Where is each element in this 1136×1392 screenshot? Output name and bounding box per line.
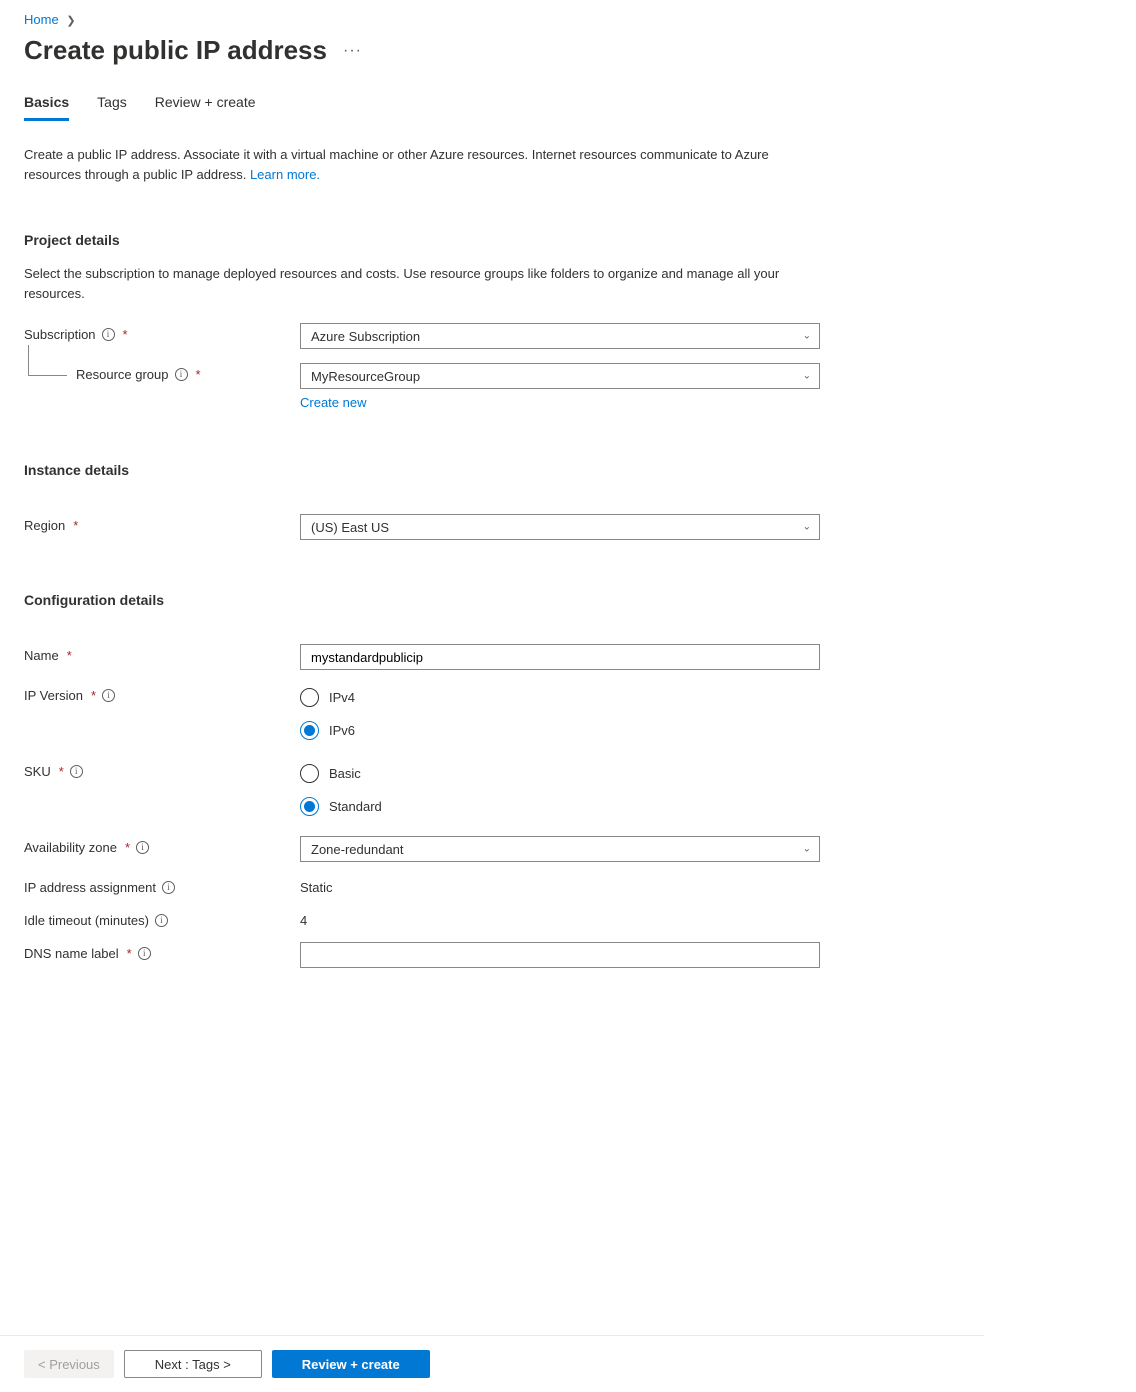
- required-indicator: *: [123, 327, 128, 342]
- radio-standard-label: Standard: [329, 799, 382, 814]
- required-indicator: *: [196, 367, 201, 382]
- ip-assignment-label: IP address assignment i: [24, 876, 300, 895]
- info-icon[interactable]: i: [162, 881, 175, 894]
- region-label: Region *: [24, 514, 300, 533]
- radio-ipv4[interactable]: IPv4: [300, 688, 820, 707]
- more-actions-icon[interactable]: ···: [343, 42, 362, 60]
- chevron-down-icon: ⌄: [803, 331, 811, 342]
- info-icon[interactable]: i: [102, 689, 115, 702]
- required-indicator: *: [73, 518, 78, 533]
- config-details-heading: Configuration details: [24, 592, 960, 608]
- info-icon[interactable]: i: [136, 841, 149, 854]
- breadcrumb: Home ❯: [24, 0, 960, 35]
- subscription-label: Subscription i *: [24, 323, 300, 342]
- resource-group-label: Resource group i *: [24, 363, 300, 382]
- subscription-dropdown[interactable]: Azure Subscription ⌄: [300, 323, 820, 349]
- info-icon[interactable]: i: [175, 368, 188, 381]
- chevron-down-icon: ⌄: [803, 844, 811, 855]
- availability-zone-dropdown[interactable]: Zone-redundant ⌄: [300, 836, 820, 862]
- intro-text: Create a public IP address. Associate it…: [24, 145, 784, 184]
- radio-sku-standard[interactable]: Standard: [300, 797, 820, 816]
- resource-group-dropdown[interactable]: MyResourceGroup ⌄: [300, 363, 820, 389]
- required-indicator: *: [125, 840, 130, 855]
- previous-button: < Previous: [24, 1350, 114, 1378]
- info-icon[interactable]: i: [102, 328, 115, 341]
- radio-icon: [300, 797, 319, 816]
- chevron-right-icon: ❯: [66, 15, 75, 27]
- tab-bar: Basics Tags Review + create: [24, 94, 960, 121]
- required-indicator: *: [59, 764, 64, 779]
- learn-more-link[interactable]: Learn more.: [250, 167, 320, 182]
- page-title: Create public IP address: [24, 35, 327, 66]
- info-icon[interactable]: i: [70, 765, 83, 778]
- radio-ipv4-label: IPv4: [329, 690, 355, 705]
- required-indicator: *: [127, 946, 132, 961]
- availability-zone-label: Availability zone * i: [24, 836, 300, 855]
- info-icon[interactable]: i: [155, 914, 168, 927]
- radio-ipv6-label: IPv6: [329, 723, 355, 738]
- ip-version-label: IP Version * i: [24, 684, 300, 703]
- info-icon[interactable]: i: [138, 947, 151, 960]
- create-new-link[interactable]: Create new: [300, 395, 366, 410]
- ip-assignment-value: Static: [300, 876, 820, 895]
- instance-details-heading: Instance details: [24, 462, 960, 478]
- dns-name-input[interactable]: [300, 942, 820, 968]
- radio-icon: [300, 764, 319, 783]
- review-create-button[interactable]: Review + create: [272, 1350, 430, 1378]
- radio-icon: [300, 688, 319, 707]
- name-input[interactable]: [300, 644, 820, 670]
- tab-review[interactable]: Review + create: [155, 94, 256, 121]
- tab-tags[interactable]: Tags: [97, 94, 127, 121]
- breadcrumb-home[interactable]: Home: [24, 12, 59, 27]
- project-details-heading: Project details: [24, 232, 960, 248]
- chevron-down-icon: ⌄: [803, 371, 811, 382]
- next-button[interactable]: Next : Tags >: [124, 1350, 262, 1378]
- radio-icon: [300, 721, 319, 740]
- sku-label: SKU * i: [24, 760, 300, 779]
- project-details-desc: Select the subscription to manage deploy…: [24, 264, 814, 303]
- radio-ipv6[interactable]: IPv6: [300, 721, 820, 740]
- footer-actions: < Previous Next : Tags > Review + create: [0, 1335, 984, 1392]
- radio-basic-label: Basic: [329, 766, 361, 781]
- idle-timeout-value: 4: [300, 909, 820, 928]
- radio-sku-basic[interactable]: Basic: [300, 764, 820, 783]
- required-indicator: *: [67, 648, 72, 663]
- dns-name-label: DNS name label * i: [24, 942, 300, 961]
- name-label: Name *: [24, 644, 300, 663]
- region-dropdown[interactable]: (US) East US ⌄: [300, 514, 820, 540]
- tab-basics[interactable]: Basics: [24, 94, 69, 121]
- chevron-down-icon: ⌄: [803, 522, 811, 533]
- required-indicator: *: [91, 688, 96, 703]
- idle-timeout-label: Idle timeout (minutes) i: [24, 909, 300, 928]
